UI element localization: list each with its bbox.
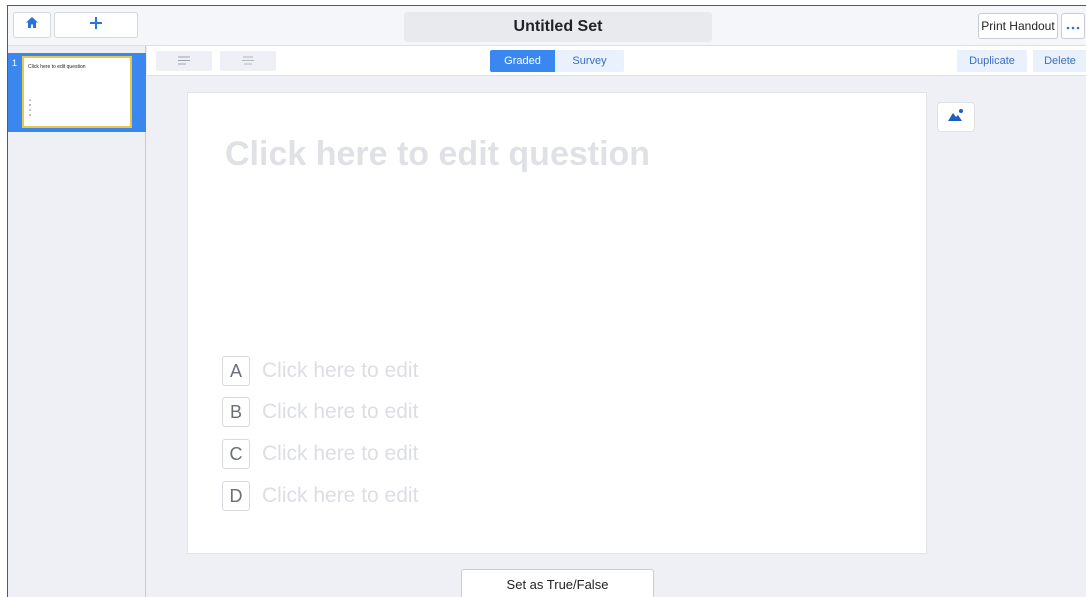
plus-icon [89,16,103,35]
duplicate-button[interactable]: Duplicate [957,50,1027,72]
slide-list-item[interactable]: 1 Click here to edit question A B C D [8,53,146,132]
option-letter[interactable]: C [222,439,250,469]
ellipsis-icon [1066,17,1080,35]
survey-mode-tab[interactable]: Survey [555,50,624,72]
add-image-button[interactable] [937,102,975,132]
home-button[interactable] [13,12,51,38]
answer-option-d[interactable]: D Click here to edit [222,481,418,511]
answer-option-a[interactable]: A Click here to edit [222,356,418,386]
set-true-false-button[interactable]: Set as True/False [461,569,654,597]
more-options-button[interactable] [1061,13,1085,39]
app-frame: Untitled Set Print Handout 1 Click here … [7,5,1086,597]
thumbnail-option: A [29,98,32,102]
slide-sidebar: 1 Click here to edit question A B C D [8,46,146,597]
option-letter[interactable]: B [222,397,250,427]
thumbnail-option: C [29,108,32,112]
image-icon [947,108,965,127]
slide-number: 1 [12,58,18,68]
question-canvas: Click here to edit question A Click here… [187,92,927,554]
top-bar: Untitled Set Print Handout [8,6,1086,46]
thumbnail-option: D [29,113,32,117]
editor-toolbar: Graded Survey Duplicate Delete [147,46,1086,76]
thumbnail-option: B [29,103,32,107]
align-center-button[interactable] [220,51,276,71]
align-left-icon [177,52,191,70]
thumbnail-question: Click here to edit question [28,64,86,70]
align-center-icon [241,52,255,70]
option-text[interactable]: Click here to edit [262,442,418,466]
graded-mode-tab[interactable]: Graded [490,50,555,72]
option-text[interactable]: Click here to edit [262,359,418,383]
set-title[interactable]: Untitled Set [404,12,712,42]
align-left-button[interactable] [156,51,212,71]
option-text[interactable]: Click here to edit [262,400,418,424]
option-letter[interactable]: D [222,481,250,511]
answer-option-c[interactable]: C Click here to edit [222,439,418,469]
home-icon [25,16,39,34]
option-letter[interactable]: A [222,356,250,386]
add-question-button[interactable] [54,12,138,38]
slide-thumbnail[interactable]: Click here to edit question A B C D [22,56,132,128]
question-text[interactable]: Click here to edit question [225,135,650,174]
answer-option-b[interactable]: B Click here to edit [222,397,418,427]
option-text[interactable]: Click here to edit [262,484,418,508]
print-handout-button[interactable]: Print Handout [978,13,1058,39]
delete-button[interactable]: Delete [1033,50,1086,72]
